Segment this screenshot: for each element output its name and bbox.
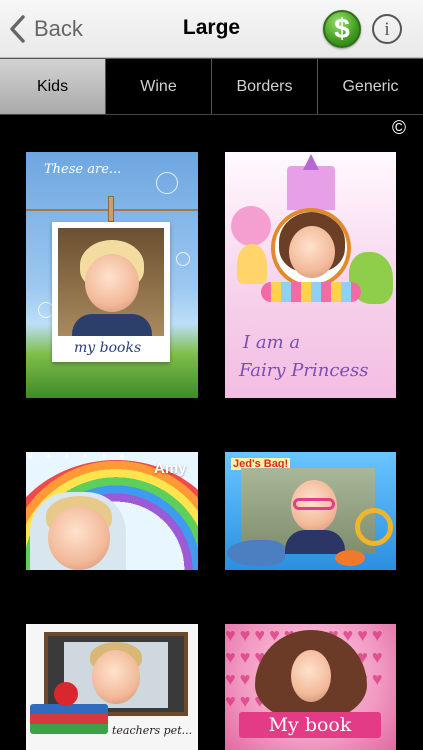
back-label: Back (34, 16, 83, 41)
segment-borders[interactable]: Borders (212, 59, 318, 114)
ship-wheel-illustration (355, 508, 393, 546)
template-bottom-text: my books (74, 340, 142, 356)
child-face (48, 506, 110, 570)
template-these-are-my-books[interactable]: These are... my books (26, 152, 198, 398)
bubble-decoration (156, 172, 178, 194)
child-face (92, 650, 140, 704)
castle-illustration (287, 166, 335, 210)
child-photo (30, 492, 126, 570)
info-icon: i (384, 18, 390, 40)
child-face (289, 226, 335, 278)
template-name: Amy (154, 460, 187, 477)
template-caption: teachers pet... (112, 724, 193, 737)
glasses (293, 498, 335, 510)
template-teachers-pet[interactable]: teachers pet... (26, 624, 198, 750)
info-button[interactable]: i (372, 14, 402, 44)
template-top-text: These are... (44, 162, 122, 177)
navigation-bar: Back Large $ i (0, 0, 423, 58)
segment-generic[interactable]: Generic (318, 59, 423, 114)
chevron-left-icon (10, 15, 25, 43)
purchase-button[interactable]: $ (323, 10, 361, 48)
template-rainbow-amy[interactable]: ✦✦✦✦✦✦ Amy (26, 452, 198, 570)
category-segmented-control: Kids Wine Borders Generic (0, 58, 423, 115)
shark-illustration (227, 540, 285, 566)
clothes-peg (108, 196, 114, 222)
shirt (72, 314, 152, 336)
copyright-icon[interactable]: © (389, 119, 409, 139)
child-photo (58, 228, 164, 336)
template-caption: My book (239, 712, 381, 738)
photo-ring (271, 208, 351, 288)
flowers-decoration (261, 282, 361, 302)
back-button[interactable]: Back (8, 12, 83, 46)
template-jeds-bag[interactable]: Jed's Bag! (225, 452, 396, 570)
child-face (291, 650, 331, 702)
segment-kids[interactable]: Kids (0, 59, 106, 114)
child-photo (64, 642, 168, 708)
template-line-2: Fairy Princess (239, 360, 369, 381)
bubble-decoration (176, 252, 190, 266)
castle-tower (303, 154, 319, 170)
crab-illustration (335, 550, 365, 566)
polaroid-frame: my books (52, 222, 170, 362)
fairy-illustration (237, 244, 267, 284)
dollar-icon: $ (334, 13, 350, 44)
apple-illustration (54, 682, 78, 706)
unicorn-illustration (231, 206, 271, 246)
books-illustration (30, 704, 108, 734)
template-fairy-princess[interactable]: I am a Fairy Princess (225, 152, 396, 398)
child-face (85, 254, 139, 312)
shirt (285, 530, 345, 554)
segment-wine[interactable]: Wine (106, 59, 212, 114)
template-my-book-hearts[interactable]: ♥♥♥♥♥♥♥♥♥♥♥♥♥♥♥♥♥♥♥♥♥♥♥♥♥♥♥♥♥♥♥♥♥♥♥♥♥♥♥♥… (225, 624, 396, 750)
template-line-1: I am a (243, 332, 301, 353)
